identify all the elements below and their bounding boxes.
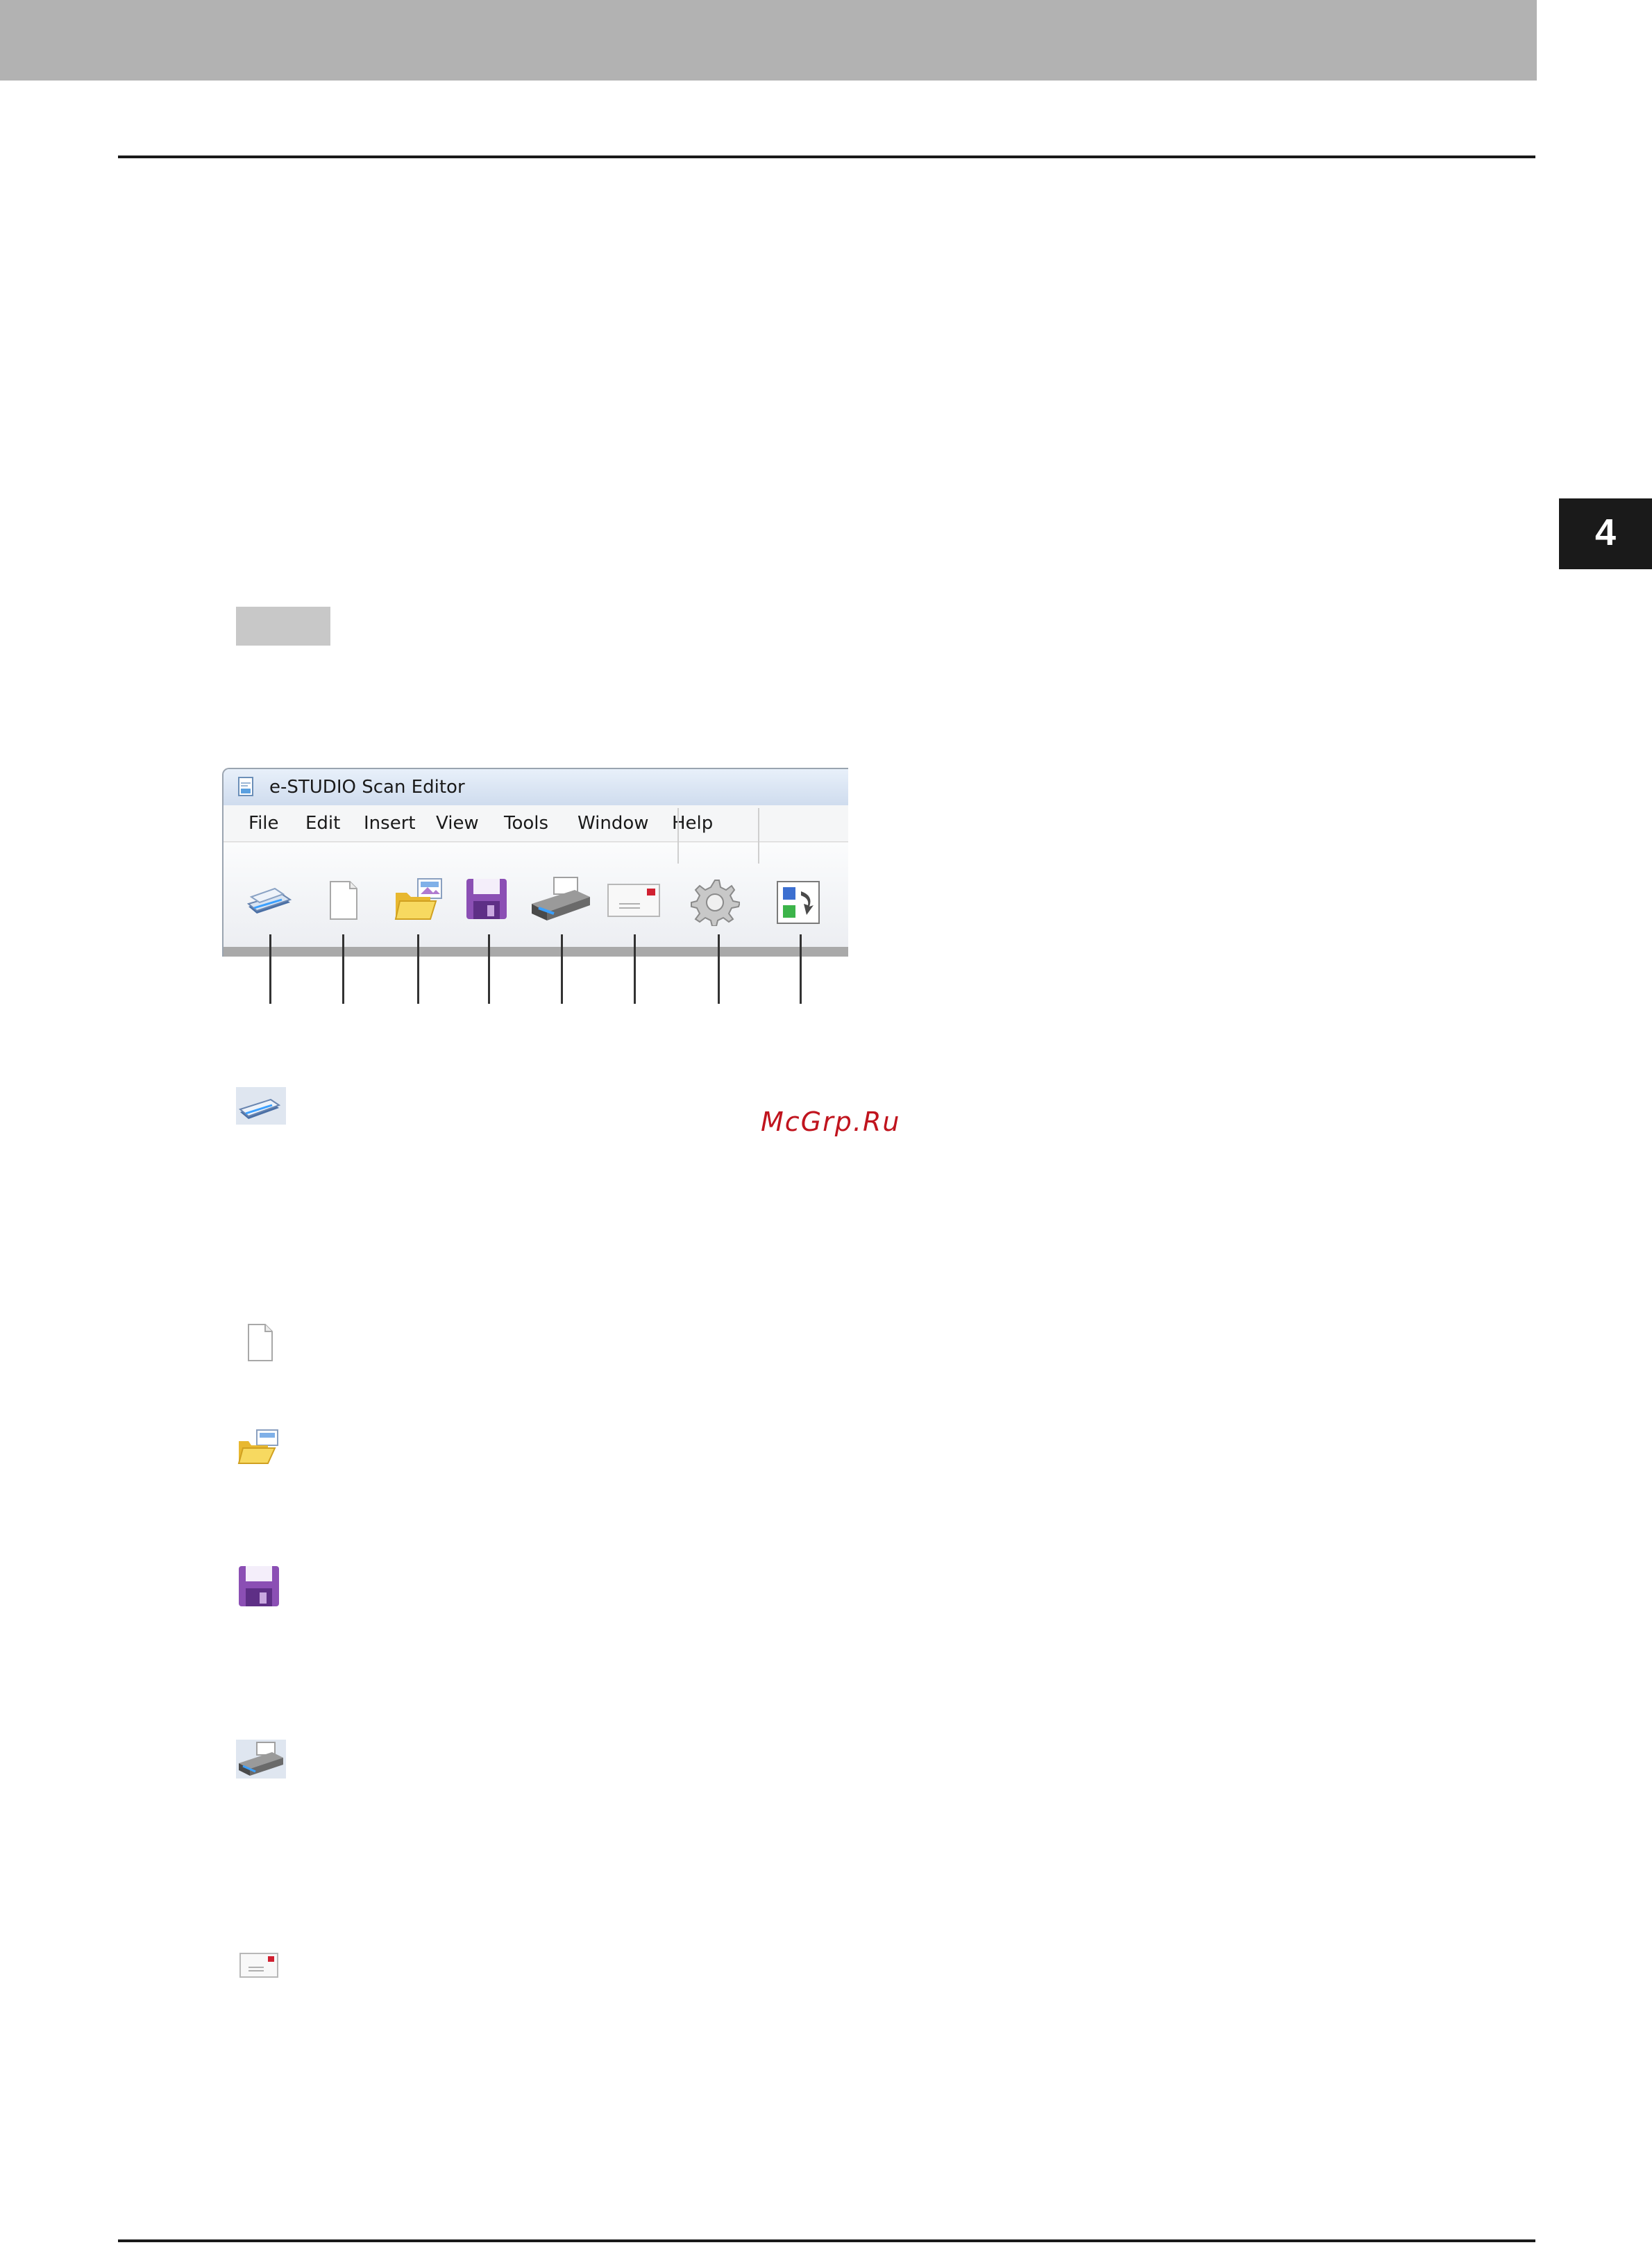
list-icon-email bbox=[236, 1949, 282, 1983]
toolbar-separator bbox=[758, 808, 759, 864]
menu-window[interactable]: Window bbox=[578, 812, 649, 834]
menu-insert[interactable]: Insert bbox=[364, 812, 416, 834]
watermark: McGrp.Ru bbox=[761, 1107, 901, 1137]
app-icon bbox=[237, 776, 255, 798]
toolbar-separator bbox=[677, 808, 679, 864]
scanner-icon bbox=[246, 887, 292, 914]
new-document-icon bbox=[248, 1324, 273, 1361]
list-icon-scan bbox=[236, 1087, 286, 1125]
new-button[interactable] bbox=[322, 876, 364, 925]
chapter-number: 4 bbox=[1594, 512, 1617, 553]
callout-line-8 bbox=[800, 934, 802, 1004]
settings-button[interactable] bbox=[690, 876, 741, 927]
callout-line-5 bbox=[561, 934, 563, 1004]
save-floppy-icon bbox=[466, 879, 507, 919]
email-envelope-icon bbox=[239, 1953, 278, 1978]
footer-rule bbox=[118, 2239, 1535, 2242]
new-document-icon bbox=[330, 881, 357, 920]
callout-line-1 bbox=[269, 934, 271, 1004]
callout-line-4 bbox=[488, 934, 490, 1004]
scan-button[interactable] bbox=[244, 876, 294, 925]
callout-line-2 bbox=[342, 934, 344, 1004]
printer-icon bbox=[236, 1740, 286, 1779]
app-window: e-STUDIO Scan Editor File Edit Insert Vi… bbox=[222, 768, 848, 957]
app-title: e-STUDIO Scan Editor bbox=[269, 777, 465, 798]
callout-line-6 bbox=[634, 934, 636, 1004]
list-icon-open bbox=[236, 1427, 282, 1468]
menu-edit[interactable]: Edit bbox=[305, 812, 340, 834]
title-bar: e-STUDIO Scan Editor bbox=[224, 769, 848, 805]
menu-tools[interactable]: Tools bbox=[504, 812, 548, 834]
open-button[interactable] bbox=[393, 875, 446, 925]
layout-switch-button[interactable] bbox=[775, 879, 822, 926]
open-folder-icon bbox=[394, 878, 442, 920]
save-floppy-icon bbox=[239, 1566, 279, 1606]
callout-line-3 bbox=[417, 934, 419, 1004]
swap-layout-icon bbox=[777, 881, 820, 924]
menu-file[interactable]: File bbox=[248, 812, 279, 834]
list-icon-new bbox=[236, 1322, 278, 1362]
chapter-tab: 4 bbox=[1559, 498, 1652, 566]
email-button[interactable] bbox=[604, 880, 664, 922]
list-icon-print bbox=[236, 1740, 286, 1779]
printer-icon bbox=[532, 877, 590, 920]
list-icon-save bbox=[236, 1563, 282, 1609]
menu-view[interactable]: View bbox=[436, 812, 479, 834]
chapter-tab-rule bbox=[1559, 566, 1652, 569]
header-rule bbox=[118, 155, 1535, 158]
note-tag bbox=[236, 607, 330, 646]
header-band bbox=[0, 0, 1537, 81]
menu-bar: File Edit Insert View Tools Window Help bbox=[224, 805, 848, 842]
callout-line-7 bbox=[718, 934, 720, 1004]
print-button[interactable] bbox=[526, 873, 594, 926]
toolbar-bottom-edge bbox=[224, 947, 848, 957]
save-button[interactable] bbox=[464, 876, 509, 923]
scanner-icon bbox=[236, 1087, 286, 1125]
email-envelope-icon bbox=[607, 884, 660, 917]
open-folder-icon bbox=[237, 1429, 278, 1464]
settings-gear-icon bbox=[691, 880, 741, 927]
